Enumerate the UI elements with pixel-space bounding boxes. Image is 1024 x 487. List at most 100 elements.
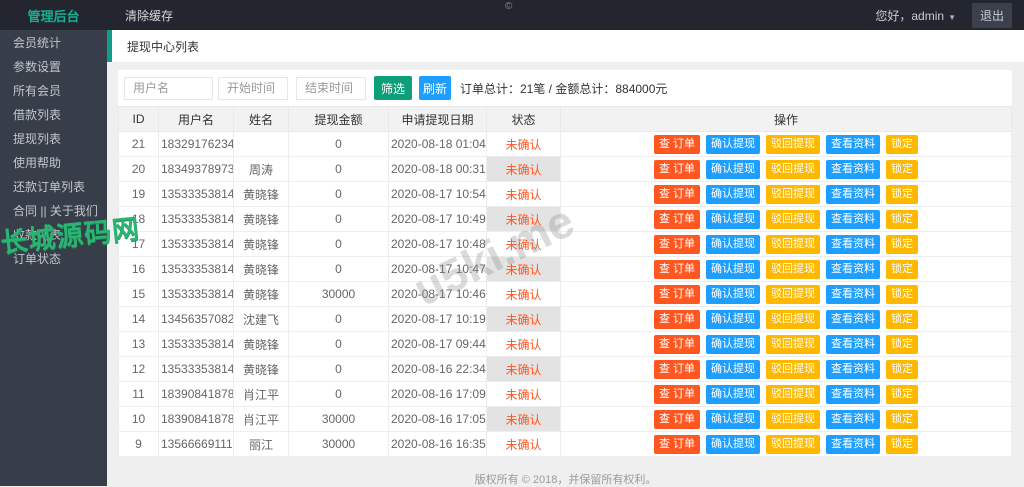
row-amount: 0 xyxy=(288,181,389,207)
logout-button[interactable]: 退出 xyxy=(971,2,1012,28)
reject-withdraw-button[interactable]: 驳回提现 xyxy=(766,309,821,329)
sidebar-item-4[interactable]: 提现列表 xyxy=(0,127,107,151)
sidebar-item-9[interactable]: 订单状态 xyxy=(0,247,107,271)
confirm-withdraw-button[interactable]: 确认提现 xyxy=(706,284,761,304)
table-row: 913566669111丽江300002020-08-16 16:35:10 未确… xyxy=(118,431,1012,457)
sidebar-item-1[interactable]: 参数设置 xyxy=(0,55,107,79)
view-order-button[interactable]: 查 订单 xyxy=(653,234,701,254)
refresh-button[interactable]: 刷新 xyxy=(419,76,451,100)
view-profile-button[interactable]: 查看资料 xyxy=(826,334,881,354)
lock-button[interactable]: 锁定 xyxy=(886,284,919,304)
lock-button[interactable]: 锁定 xyxy=(886,384,919,404)
lock-button[interactable]: 锁定 xyxy=(886,334,919,354)
lock-button[interactable]: 锁定 xyxy=(886,184,919,204)
view-profile-button[interactable]: 查看资料 xyxy=(826,134,881,154)
copyright-mark-icon: © xyxy=(505,1,513,12)
confirm-withdraw-button[interactable]: 确认提现 xyxy=(706,259,761,279)
view-profile-button[interactable]: 查看资料 xyxy=(826,234,881,254)
reject-withdraw-button[interactable]: 驳回提现 xyxy=(766,384,821,404)
view-order-button[interactable]: 查 订单 xyxy=(653,334,701,354)
clear-cache-menu-item[interactable]: 清除缓存 xyxy=(125,7,173,24)
view-profile-button[interactable]: 查看资料 xyxy=(826,384,881,404)
app-title: 管理后台 xyxy=(27,8,80,24)
sidebar-item-7[interactable]: 合同 || 关于我们 xyxy=(0,199,107,223)
confirm-withdraw-button[interactable]: 确认提现 xyxy=(706,334,761,354)
table-row: 1018390841878肖江平300002020-08-16 17:05:09… xyxy=(118,406,1012,432)
view-profile-button[interactable]: 查看资料 xyxy=(826,359,881,379)
row-actions-cell: 查 订单 确认提现 驳回提现 查看资料 锁定 xyxy=(560,156,1012,182)
row-date: 2020-08-18 00:31:09 xyxy=(388,156,487,182)
status-badge: 未确认 xyxy=(505,412,542,427)
view-order-button[interactable]: 查 订单 xyxy=(653,309,701,329)
view-profile-button[interactable]: 查看资料 xyxy=(826,209,881,229)
view-order-button[interactable]: 查 订单 xyxy=(653,259,701,279)
view-order-button[interactable]: 查 订单 xyxy=(653,209,701,229)
confirm-withdraw-button[interactable]: 确认提现 xyxy=(706,209,761,229)
view-order-button[interactable]: 查 订单 xyxy=(653,284,701,304)
reject-withdraw-button[interactable]: 驳回提现 xyxy=(766,409,821,429)
sidebar-item-0[interactable]: 会员统计 xyxy=(0,31,107,55)
confirm-withdraw-button[interactable]: 确认提现 xyxy=(706,184,761,204)
view-order-button[interactable]: 查 订单 xyxy=(653,184,701,204)
lock-button[interactable]: 锁定 xyxy=(886,159,919,179)
table-row: 1613533353814黄晓锋02020-08-17 10:47:59 未确认 查… xyxy=(118,256,1012,282)
username-input[interactable] xyxy=(124,76,213,100)
reject-withdraw-button[interactable]: 驳回提现 xyxy=(766,209,821,229)
user-menu[interactable]: 您好，admin ▼ xyxy=(875,7,956,24)
reject-withdraw-button[interactable]: 驳回提现 xyxy=(766,234,821,254)
start-time-input[interactable] xyxy=(218,76,288,100)
confirm-withdraw-button[interactable]: 确认提现 xyxy=(706,134,761,154)
confirm-withdraw-button[interactable]: 确认提现 xyxy=(706,309,761,329)
table-row: 1913533353814黄晓锋02020-08-17 10:54:18 未确认 查… xyxy=(118,181,1012,207)
view-profile-button[interactable]: 查看资料 xyxy=(826,309,881,329)
row-status-cell: 未确认 xyxy=(486,406,561,432)
reject-withdraw-button[interactable]: 驳回提现 xyxy=(766,159,821,179)
reject-withdraw-button[interactable]: 驳回提现 xyxy=(766,359,821,379)
view-profile-button[interactable]: 查看资料 xyxy=(826,184,881,204)
view-profile-button[interactable]: 查看资料 xyxy=(826,409,881,429)
view-order-button[interactable]: 查 订单 xyxy=(653,384,701,404)
confirm-withdraw-button[interactable]: 确认提现 xyxy=(706,409,761,429)
confirm-withdraw-button[interactable]: 确认提现 xyxy=(706,159,761,179)
view-profile-button[interactable]: 查看资料 xyxy=(826,159,881,179)
lock-button[interactable]: 锁定 xyxy=(886,209,919,229)
end-time-input[interactable] xyxy=(296,76,366,100)
view-profile-button[interactable]: 查看资料 xyxy=(826,284,881,304)
sidebar-item-2[interactable]: 所有会员 xyxy=(0,79,107,103)
view-order-button[interactable]: 查 订单 xyxy=(653,159,701,179)
lock-button[interactable]: 锁定 xyxy=(886,434,919,454)
sidebar-item-8[interactable]: 收款列表 xyxy=(0,223,107,247)
reject-withdraw-button[interactable]: 驳回提现 xyxy=(766,284,821,304)
view-order-button[interactable]: 查 订单 xyxy=(653,409,701,429)
lock-button[interactable]: 锁定 xyxy=(886,234,919,254)
reject-withdraw-button[interactable]: 驳回提现 xyxy=(766,334,821,354)
lock-button[interactable]: 锁定 xyxy=(886,409,919,429)
table-row: 1413456357082沈建飞02020-08-17 10:19:55 未确认 查… xyxy=(118,306,1012,332)
lock-button[interactable]: 锁定 xyxy=(886,134,919,154)
reject-withdraw-button[interactable]: 驳回提现 xyxy=(766,134,821,154)
row-status-cell: 未确认 xyxy=(486,206,561,232)
filter-button[interactable]: 筛选 xyxy=(374,76,412,100)
reject-withdraw-button[interactable]: 驳回提现 xyxy=(766,259,821,279)
confirm-withdraw-button[interactable]: 确认提现 xyxy=(706,359,761,379)
view-order-button[interactable]: 查 订单 xyxy=(653,134,701,154)
confirm-withdraw-button[interactable]: 确认提现 xyxy=(706,384,761,404)
confirm-withdraw-button[interactable]: 确认提现 xyxy=(706,434,761,454)
view-profile-button[interactable]: 查看资料 xyxy=(826,259,881,279)
lock-button[interactable]: 锁定 xyxy=(886,309,919,329)
top-navbar: 管理后台 清除缓存 © 您好，admin ▼ 退出 xyxy=(0,0,1024,30)
row-id: 17 xyxy=(118,231,159,257)
confirm-withdraw-button[interactable]: 确认提现 xyxy=(706,234,761,254)
reject-withdraw-button[interactable]: 驳回提现 xyxy=(766,434,821,454)
sidebar-item-6[interactable]: 还款订单列表 xyxy=(0,175,107,199)
view-order-button[interactable]: 查 订单 xyxy=(653,434,701,454)
view-order-button[interactable]: 查 订单 xyxy=(653,359,701,379)
reject-withdraw-button[interactable]: 驳回提现 xyxy=(766,184,821,204)
lock-button[interactable]: 锁定 xyxy=(886,259,919,279)
table-row: 2018349378973周涛02020-08-18 00:31:09 未确认 查 … xyxy=(118,156,1012,182)
sidebar-item-5[interactable]: 使用帮助 xyxy=(0,151,107,175)
view-profile-button[interactable]: 查看资料 xyxy=(826,434,881,454)
column-header: 用户名 xyxy=(158,106,234,132)
lock-button[interactable]: 锁定 xyxy=(886,359,919,379)
sidebar-item-3[interactable]: 借款列表 xyxy=(0,103,107,127)
